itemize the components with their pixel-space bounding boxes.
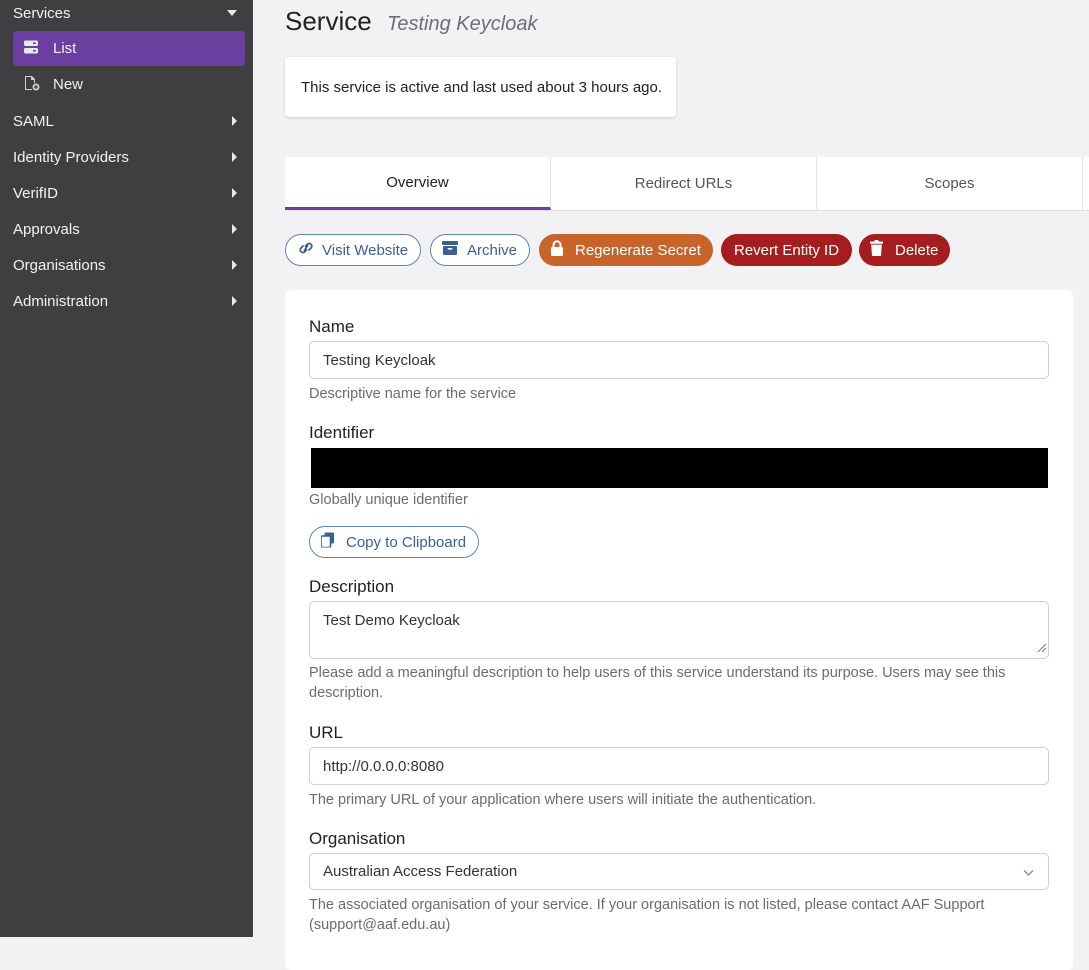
new-document-icon [24,75,40,95]
delete-button[interactable]: Delete [859,234,951,266]
trash-icon [870,240,883,260]
description-help: Please add a meaningful description to h… [309,665,1006,701]
page-subtitle: Testing Keycloak [387,13,538,35]
chevron-down-icon [1023,863,1034,880]
identifier-label: Identifier [309,423,375,442]
url-input-value: http://0.0.0.0:8080 [323,757,444,775]
tab-overview[interactable]: Overview [285,157,551,210]
chevron-right-icon [232,152,237,162]
sidebar-section-approvals[interactable]: Approvals [0,211,253,247]
regenerate-secret-label: Regenerate Secret [575,241,701,259]
description-textarea[interactable]: Test Demo Keycloak [309,601,1049,659]
sidebar-section-identity-providers[interactable]: Identity Providers [0,139,253,175]
url-input[interactable]: http://0.0.0.0:8080 [309,747,1049,785]
sidebar-item-list[interactable]: List [13,31,245,66]
sidebar-section-label: Identity Providers [13,148,129,166]
organisation-select-value: Australian Access Federation [323,863,518,880]
identifier-field-redacted [311,448,1048,488]
chevron-right-icon [232,296,237,306]
sidebar-section-administration[interactable]: Administration [0,283,253,319]
resize-handle-icon[interactable] [1036,639,1047,656]
chevron-right-icon [232,260,237,270]
delete-label: Delete [895,241,939,259]
visit-website-button[interactable]: Visit Website [285,234,422,266]
url-help: The primary URL of your application wher… [309,792,817,808]
revert-entity-id-label: Revert Entity ID [734,241,840,259]
chevron-down-icon [227,10,237,16]
organisation-label: Organisation [309,829,406,848]
sidebar-section-label: SAML [13,112,54,130]
visit-website-label: Visit Website [322,241,409,259]
archive-label: Archive [467,241,518,259]
name-label: Name [309,317,355,336]
archive-icon [442,241,458,259]
chevron-right-icon [232,224,237,234]
sidebar-item-label: List [53,40,77,57]
sidebar-section-label: Organisations [13,256,106,274]
sidebar-item-new[interactable]: New [13,67,245,102]
name-help: Descriptive name for the service [309,386,517,402]
sidebar: Services List New SAML Identity Provider… [0,0,253,937]
link-icon [297,241,315,259]
name-input-value: Testing Keycloak [323,351,436,369]
copy-to-clipboard-button[interactable]: Copy to Clipboard [309,526,480,558]
identifier-help: Globally unique identifier [309,492,468,508]
tab-bar: Overview Redirect URLs Scopes [285,157,1089,211]
sidebar-section-label: Services [13,4,71,22]
status-text: This service is active and last used abo… [301,78,663,96]
url-label: URL [309,723,344,742]
copy-icon [320,532,334,552]
server-icon [24,40,38,57]
name-input[interactable]: Testing Keycloak [309,341,1049,379]
sidebar-section-label: Approvals [13,220,80,238]
chevron-right-icon [232,116,237,126]
sidebar-item-label: New [53,76,84,93]
revert-entity-id-button[interactable]: Revert Entity ID [721,234,853,266]
sidebar-section-label: Administration [13,292,109,310]
page-title: Service [285,6,372,36]
copy-to-clipboard-label: Copy to Clipboard [346,533,467,551]
sidebar-section-label: VerifID [13,184,59,202]
description-label: Description [309,577,395,596]
sidebar-section-verifid[interactable]: VerifID [0,175,253,211]
chevron-right-icon [232,188,237,198]
archive-button[interactable]: Archive [430,234,531,266]
status-card: This service is active and last used abo… [285,57,676,117]
sidebar-section-services[interactable]: Services [0,0,253,31]
organisation-help: The associated organisation of your serv… [309,897,985,933]
sidebar-section-saml[interactable]: SAML [0,103,253,139]
lock-icon [550,240,564,260]
sidebar-section-organisations[interactable]: Organisations [0,247,253,283]
organisation-select[interactable]: Australian Access Federation [309,853,1049,890]
tab-scopes[interactable]: Scopes [817,157,1083,210]
service-form: Name Testing Keycloak Descriptive name f… [285,290,1073,970]
description-value: Test Demo Keycloak [323,612,460,629]
tab-redirect-urls[interactable]: Redirect URLs [551,157,817,210]
regenerate-secret-button[interactable]: Regenerate Secret [539,234,713,266]
